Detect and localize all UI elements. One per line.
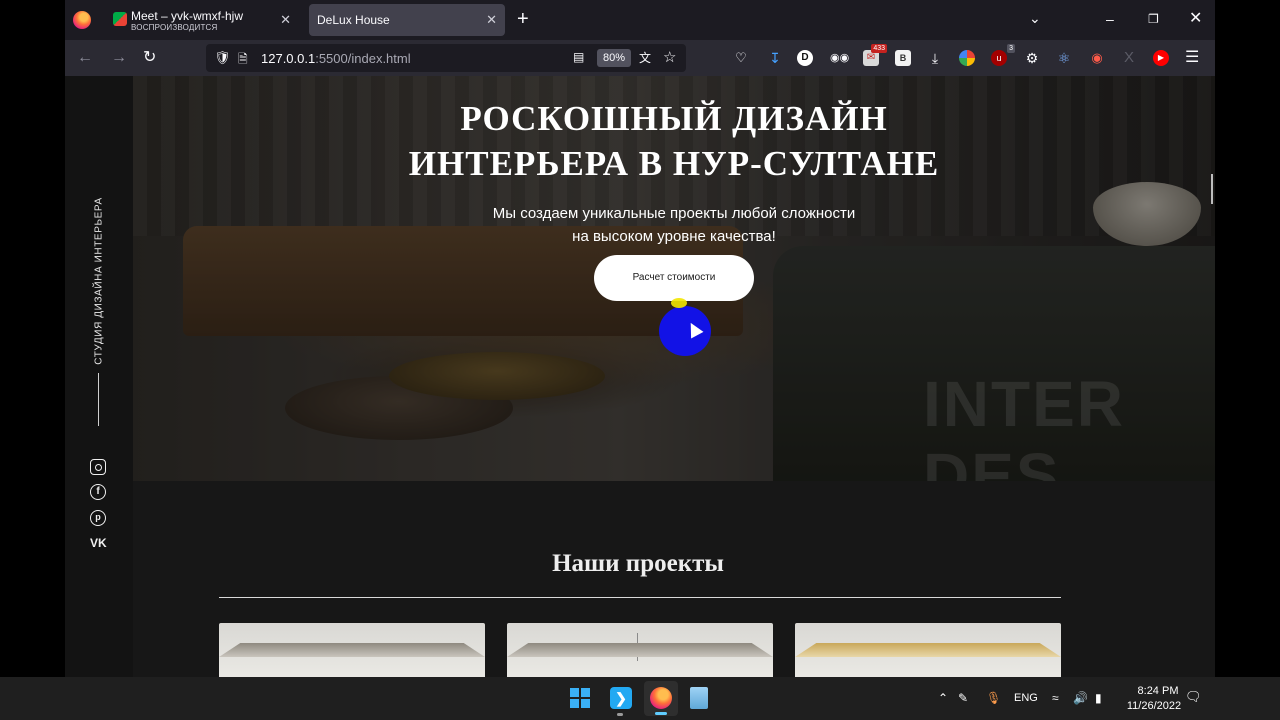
react-devtools-icon[interactable]: ⚛ (1056, 50, 1072, 66)
sidebar-divider (98, 373, 99, 426)
forward-arrow-icon[interactable]: → (111, 48, 127, 68)
battery-icon[interactable]: ▮ (1095, 689, 1102, 707)
project-image (795, 643, 1061, 657)
mail-count-badge: 433 (871, 44, 887, 53)
tab-bar: Meet – yvk-wmxf-hjw ВОСПРОИЗВОДИТСЯ ✕ De… (65, 0, 1215, 40)
d-extension-icon[interactable]: D (797, 50, 813, 66)
microphone-icon[interactable]: 🎙 (986, 689, 1001, 707)
web-page: СТУДИЯ ДИЗАЙНА ИНТЕРЬЕРА f p VK INTER DES… (65, 76, 1215, 677)
tab-delux-house[interactable]: DeLux House ✕ (309, 4, 505, 36)
projects-divider (219, 597, 1061, 598)
download-arrow-icon[interactable]: ⤓ (927, 50, 943, 66)
watermark-line-1: INTER (923, 368, 1125, 440)
vk-icon[interactable]: VK (90, 535, 107, 551)
pinterest-icon[interactable]: p (90, 510, 106, 526)
hero-subtitle-line-2: на высоком уровне качества! (572, 228, 776, 245)
chevron-up-icon[interactable]: ⌃ (938, 689, 948, 707)
hero-title: РОСКОШНЫЙ ДИЗАЙН ИНТЕРЬЕРА В НУР-СУЛТАНЕ (313, 96, 1035, 186)
notifications-icon[interactable]: 🗨 (1185, 689, 1202, 705)
restore-icon[interactable]: ❐ (1148, 10, 1159, 28)
new-tab-button[interactable]: + (517, 8, 529, 30)
shield-icon[interactable]: 🛡 (214, 50, 231, 66)
tab-playing-label: ВОСПРОИЗВОДИТСЯ (131, 23, 218, 32)
project-card[interactable] (507, 623, 773, 677)
url-host: 127.0.0.1 (261, 51, 316, 66)
tab-meet[interactable]: Meet – yvk-wmxf-hjw ВОСПРОИЗВОДИТСЯ ✕ (109, 4, 299, 36)
camera-icon[interactable]: ◉ (1089, 50, 1105, 66)
ublock-count-badge: 3 (1007, 44, 1015, 53)
hero-title-line-2: ИНТЕРЬЕРА В НУР-СУЛТАНЕ (408, 144, 940, 183)
firefox-logo-icon[interactable] (73, 11, 91, 29)
vscode-icon[interactable]: ❯ (610, 687, 632, 709)
clock-date[interactable]: 11/26/2022 (1122, 700, 1186, 712)
google-meet-icon (113, 12, 127, 26)
scrollbar-thumb[interactable] (1211, 174, 1213, 204)
instagram-icon[interactable] (90, 459, 106, 475)
url-path: :5500/index.html (315, 51, 411, 66)
url-input[interactable]: 127.0.0.1:5500/index.html (261, 51, 411, 66)
b-extension-icon[interactable]: B (895, 50, 911, 66)
firefox-window: Meet – yvk-wmxf-hjw ВОСПРОИЗВОДИТСЯ ✕ De… (65, 0, 1215, 677)
tab-title: DeLux House (317, 13, 390, 27)
colorful-extension-icon[interactable] (959, 50, 975, 66)
windows-taskbar: ❯ ⌃ ✎ 🎙 ENG ≈ 🔊 ▮ 8:24 PM 11/26/2022 🗨 (0, 677, 1280, 720)
active-app-indicator (655, 712, 667, 715)
close-tab-icon[interactable]: ✕ (486, 12, 497, 28)
close-tab-icon[interactable]: ✕ (280, 12, 291, 28)
project-card[interactable] (795, 623, 1061, 677)
facebook-icon[interactable]: f (90, 484, 106, 500)
firefox-taskbar-button[interactable] (644, 681, 678, 716)
x-extension-icon[interactable]: X (1121, 50, 1137, 66)
sidebar: СТУДИЯ ДИЗАЙНА ИНТЕРЬЕРА f p VK (65, 76, 133, 677)
mail-extension-icon[interactable]: ✉ 433 (863, 44, 887, 66)
translate-icon[interactable]: 文 (639, 49, 651, 66)
firefox-icon (650, 687, 672, 709)
minimize-icon[interactable]: – (1106, 10, 1114, 28)
tab-title: Meet – yvk-wmxf-hjw (131, 9, 244, 23)
bookmark-star-icon[interactable]: ☆ (663, 48, 676, 66)
close-window-icon[interactable]: ✕ (1189, 10, 1202, 28)
windows-start-icon[interactable] (570, 688, 590, 708)
zoom-level-badge[interactable]: 80% (597, 49, 632, 67)
chevron-down-icon[interactable]: ⌄ (1029, 10, 1041, 27)
navigation-toolbar: ← → ↻ 🛡 🗎 127.0.0.1:5500/index.html ▤ 80… (65, 40, 1215, 76)
speaker-icon[interactable]: 🔊 (1073, 689, 1088, 707)
youtube-icon[interactable]: ▶ (1153, 50, 1169, 66)
project-card[interactable] (219, 623, 485, 677)
pen-icon[interactable]: ✎ (958, 689, 968, 707)
calculate-cost-button[interactable]: Расчет стоимости (594, 255, 754, 301)
vscode-running-indicator (617, 713, 623, 716)
wifi-icon[interactable]: ≈ (1052, 689, 1059, 707)
download-icon[interactable]: ↧ (767, 50, 783, 66)
project-image (219, 643, 485, 657)
hero-section: INTER DES РОСКОШНЫЙ ДИЗАЙН ИНТЕРЬЕРА В НУР… (133, 76, 1215, 481)
hero-title-line-1: РОСКОШНЫЙ ДИЗАЙН (460, 99, 888, 138)
hero-watermark: INTER DES (923, 368, 1125, 481)
glasses-extension-icon[interactable]: ◉◉ (830, 50, 849, 66)
desktop-screen: Meet – yvk-wmxf-hjw ВОСПРОИЗВОДИТСЯ ✕ De… (0, 0, 1280, 720)
ublock-icon[interactable]: u3 (991, 44, 1015, 66)
reader-view-icon[interactable]: ▤ (573, 50, 584, 64)
hamburger-menu-icon[interactable]: ☰ (1185, 48, 1199, 68)
page-icon[interactable]: 🗎 (238, 50, 248, 71)
clock-time[interactable]: 8:24 PM (1130, 685, 1186, 697)
hero-subtitle: Мы создаем уникальные проекты любой слож… (433, 202, 915, 248)
hero-subtitle-line-1: Мы создаем уникальные проекты любой слож… (492, 205, 856, 222)
url-bar[interactable]: 🛡 🗎 127.0.0.1:5500/index.html ▤ 80% 文 ☆ (206, 44, 686, 72)
watermark-line-2: DES (923, 440, 1061, 481)
studio-label: СТУДИЯ ДИЗАЙНА ИНТЕРЬЕРА (93, 197, 105, 365)
back-arrow-icon[interactable]: ← (77, 48, 93, 68)
pocket-icon[interactable]: ♡ (733, 50, 749, 66)
gear-icon[interactable]: ⚙ (1024, 50, 1040, 66)
recycle-bin-icon[interactable] (690, 687, 708, 709)
projects-heading: Наши проекты (552, 550, 724, 577)
reload-icon[interactable]: ↻ (143, 48, 156, 68)
project-image (507, 643, 773, 657)
language-indicator[interactable]: ENG (1014, 689, 1038, 707)
